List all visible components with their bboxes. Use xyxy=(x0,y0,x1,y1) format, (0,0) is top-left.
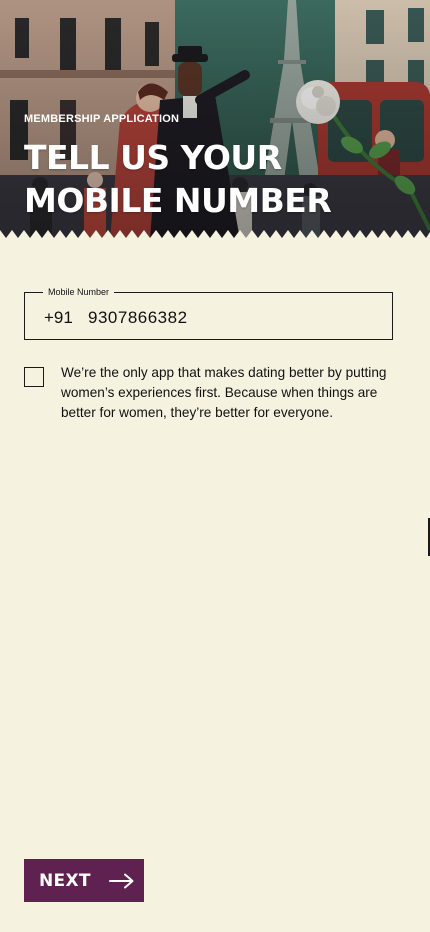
country-code[interactable]: +91 xyxy=(44,308,73,328)
consent-checkbox[interactable] xyxy=(24,367,44,387)
zigzag-edge xyxy=(0,230,430,240)
page-title-line-1: TELL US YOUR xyxy=(24,138,282,177)
mobile-number-label: Mobile Number xyxy=(43,286,115,298)
hero-banner: MEMBERSHIP APPLICATION TELL US YOUR MOBI… xyxy=(0,0,430,240)
page-title-line-2: MOBILE NUMBER xyxy=(24,181,332,220)
arrow-right-icon xyxy=(108,873,135,889)
next-button-label: NEXT xyxy=(39,870,91,891)
page-title: TELL US YOUR MOBILE NUMBER xyxy=(24,136,332,222)
page-eyebrow: MEMBERSHIP APPLICATION xyxy=(24,113,180,125)
mobile-number-field[interactable]: Mobile Number +91 xyxy=(24,286,393,340)
consent-text: We’re the only app that makes dating bet… xyxy=(61,365,387,420)
next-button[interactable]: NEXT xyxy=(24,859,144,902)
mobile-number-input[interactable] xyxy=(88,308,368,328)
